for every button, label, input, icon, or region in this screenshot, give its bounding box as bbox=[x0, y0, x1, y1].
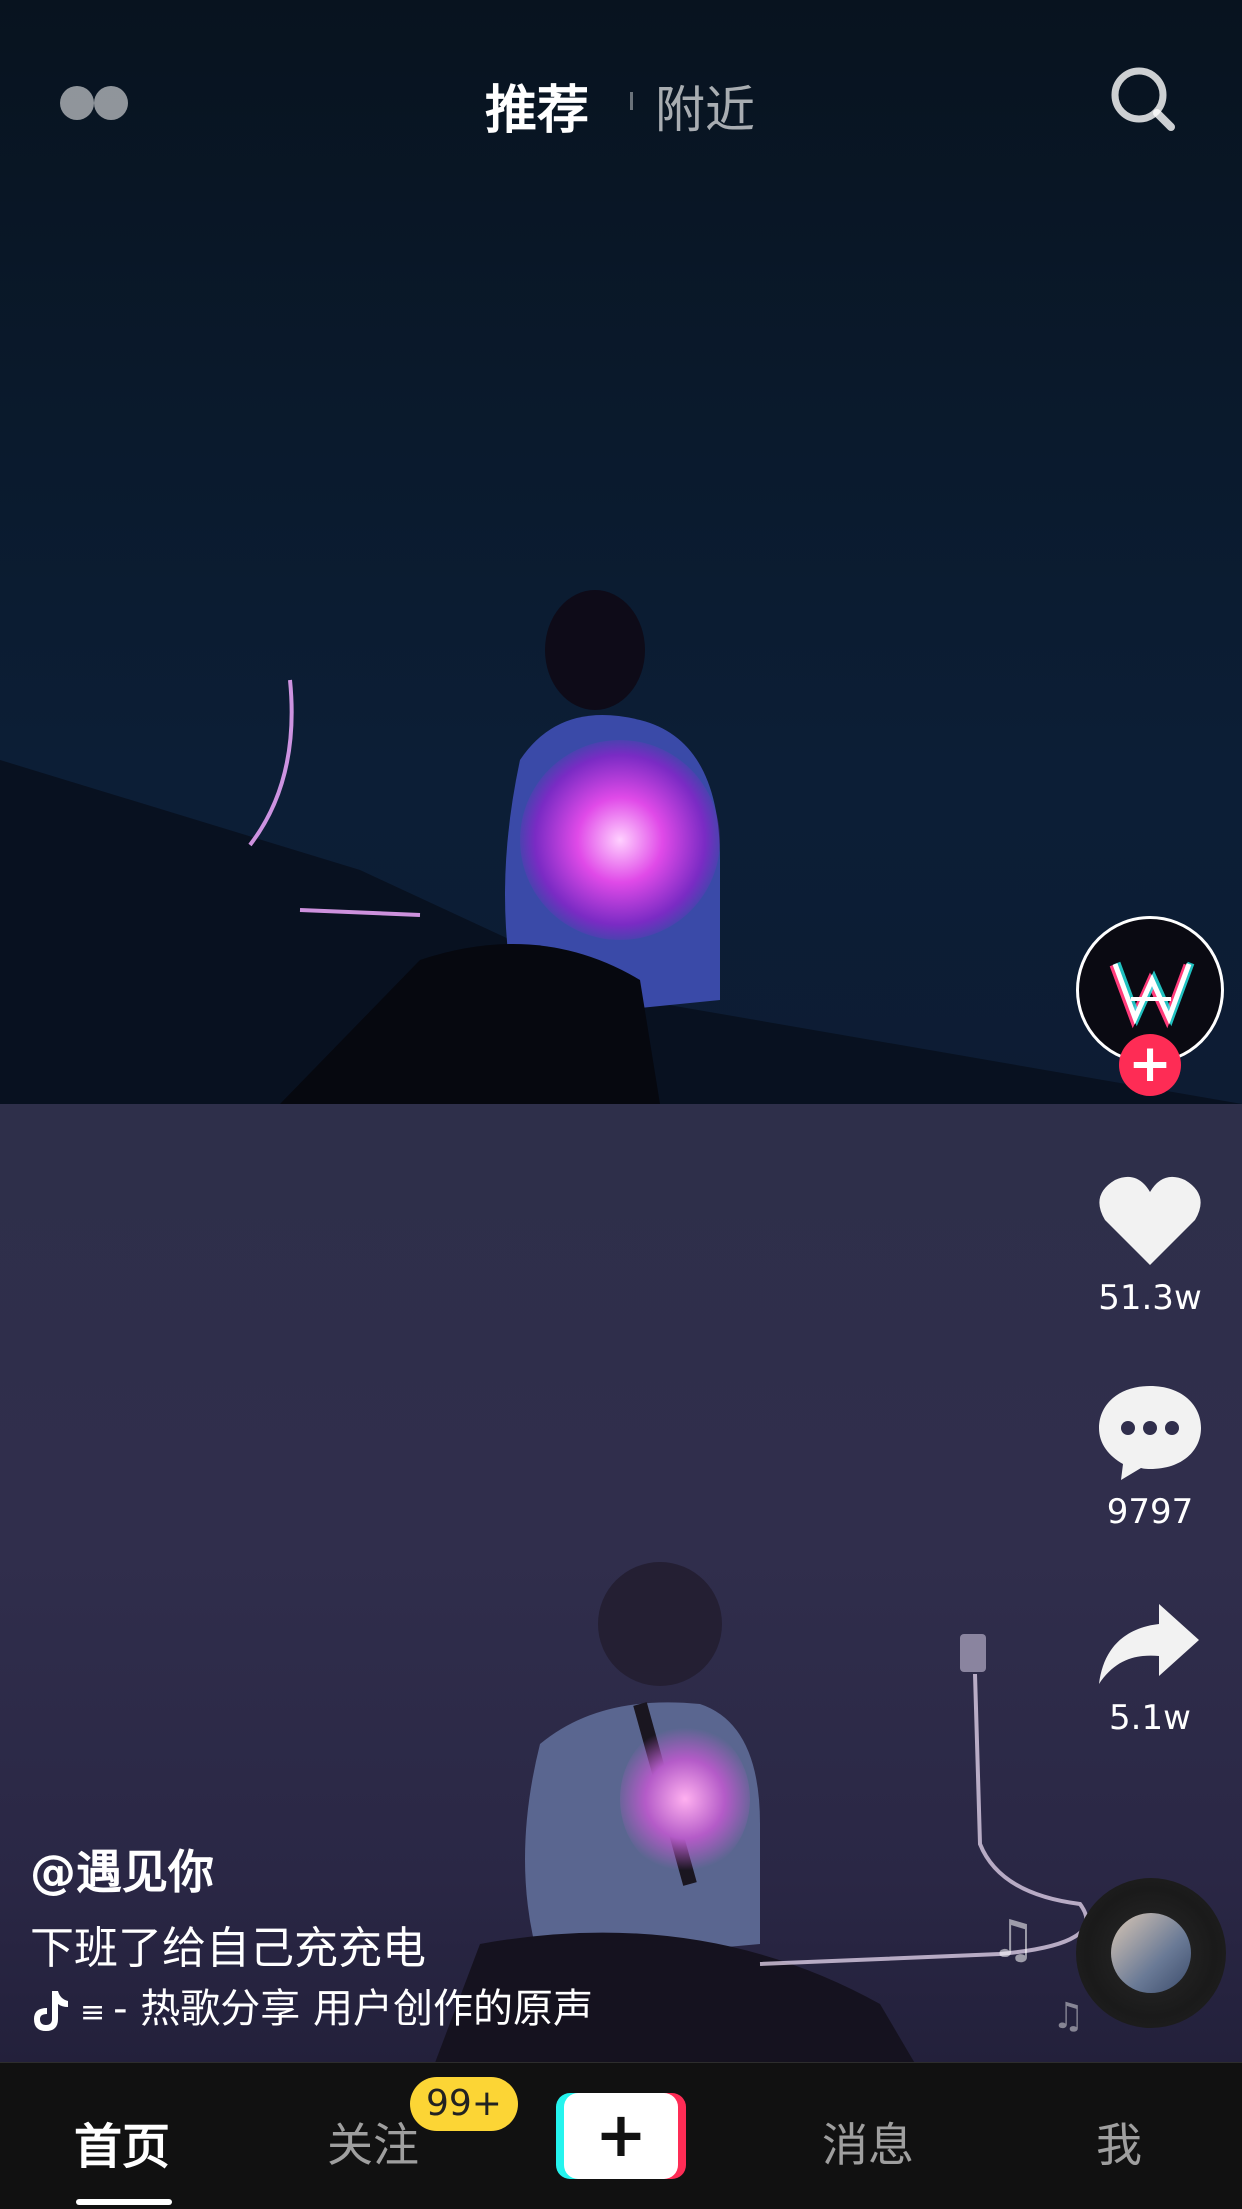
video-caption: 下班了给自己充充电 bbox=[30, 1923, 426, 1974]
music-note-icon: ♫ bbox=[990, 1910, 1037, 1970]
menu-icon[interactable] bbox=[60, 86, 130, 120]
music-title: - 热歌分享 用户创作的原声 bbox=[113, 1986, 594, 2032]
music-bars-icon: ≡ bbox=[80, 1995, 106, 2030]
plus-icon[interactable]: + bbox=[564, 2093, 678, 2179]
music-note-icon: ♫ bbox=[1052, 1996, 1085, 2037]
share-icon[interactable] bbox=[1095, 1600, 1205, 1690]
like-action[interactable]: 51.3w bbox=[1080, 1170, 1220, 1318]
tab-recommend[interactable]: 推荐 bbox=[485, 68, 589, 143]
nav-follow[interactable]: 关注 bbox=[327, 2109, 419, 2175]
video-author[interactable]: @遇见你 bbox=[30, 1836, 214, 1902]
nav-me[interactable]: 我 bbox=[1096, 2109, 1142, 2175]
tab-nearby[interactable]: 附近 bbox=[655, 70, 755, 142]
video-frame-bottom bbox=[0, 1104, 1242, 2208]
creator-avatar-group[interactable]: + bbox=[1076, 916, 1224, 1096]
nav-home[interactable]: 首页 bbox=[74, 2107, 170, 2177]
bottom-nav: 首页 关注 99+ + 消息 我 bbox=[0, 2062, 1242, 2209]
top-header: 推荐 附近 bbox=[0, 0, 1242, 200]
tab-divider bbox=[630, 92, 633, 110]
comment-action[interactable]: 9797 bbox=[1080, 1380, 1220, 1532]
like-count: 51.3w bbox=[1098, 1278, 1202, 1318]
comment-count: 9797 bbox=[1106, 1492, 1194, 1532]
share-action[interactable]: 5.1w bbox=[1080, 1600, 1220, 1738]
music-cover bbox=[1111, 1913, 1191, 1993]
music-info[interactable]: ≡ - 热歌分享 用户创作的原声 bbox=[30, 1976, 650, 2036]
search-icon[interactable] bbox=[1108, 64, 1178, 134]
share-count: 5.1w bbox=[1109, 1698, 1191, 1738]
heart-icon[interactable] bbox=[1095, 1170, 1205, 1270]
nav-messages[interactable]: 消息 bbox=[822, 2109, 914, 2175]
follow-badge: 99+ bbox=[410, 2077, 518, 2131]
create-button[interactable]: + bbox=[556, 2093, 686, 2179]
nav-active-indicator bbox=[76, 2199, 172, 2205]
tiktok-icon bbox=[34, 1991, 68, 2031]
music-disc[interactable] bbox=[1076, 1878, 1226, 2028]
comment-icon[interactable] bbox=[1095, 1380, 1205, 1484]
follow-button[interactable]: + bbox=[1119, 1034, 1181, 1096]
